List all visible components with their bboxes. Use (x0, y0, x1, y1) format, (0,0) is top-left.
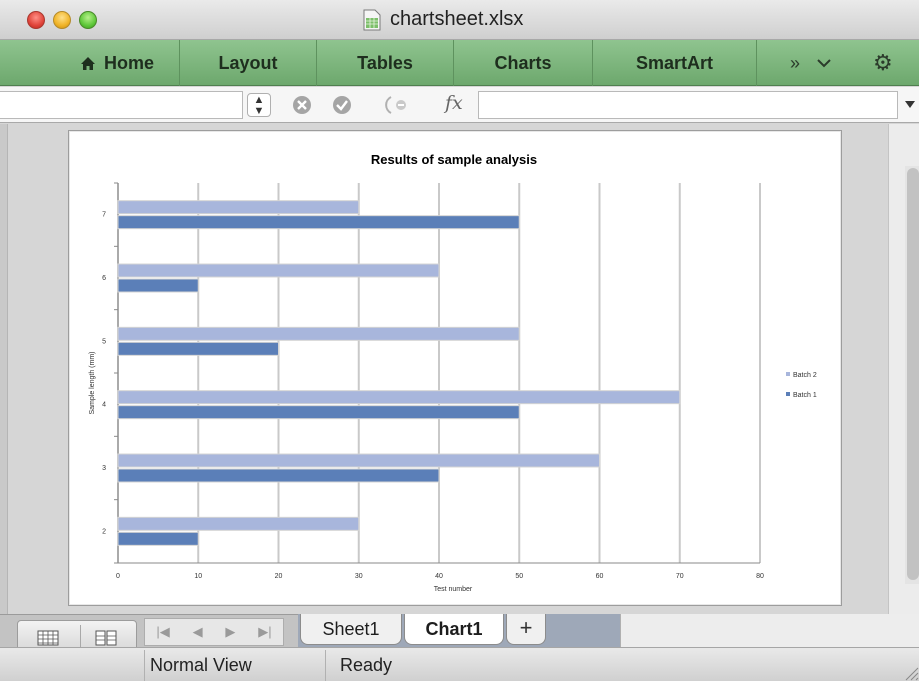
legend-label-batch-2: Batch 2 (793, 372, 817, 379)
y-tick-label: 5 (102, 338, 106, 345)
bar-batch2-2 (117, 516, 360, 531)
horizontal-scrollbar[interactable] (620, 614, 919, 647)
bar-batch2-4 (117, 390, 681, 405)
gear-icon: ⚙ (873, 50, 893, 75)
sheet-navigation: |◀ ◀ ▶ ▶| (144, 618, 284, 646)
sheet-tab-chart1[interactable]: Chart1 (404, 614, 504, 645)
function-icon[interactable]: fx (445, 92, 463, 114)
status-bar (0, 647, 919, 681)
vertical-scroll-thumb[interactable] (907, 168, 919, 580)
x-tick-label: 40 (435, 573, 443, 580)
tab-charts-label: Charts (494, 52, 552, 73)
home-icon (80, 56, 95, 70)
tab-home[interactable]: Home (55, 40, 180, 86)
spreadsheet-file-icon (363, 9, 381, 31)
bar-batch1-6 (117, 278, 199, 293)
legend-label-batch-1: Batch 1 (793, 392, 817, 399)
y-tick-label: 6 (102, 275, 106, 282)
y-tick-label: 3 (102, 465, 106, 472)
chevron-down-icon (817, 59, 831, 68)
y-tick-label: 7 (102, 212, 106, 219)
last-sheet-icon[interactable]: ▶| (258, 624, 271, 640)
overflow-icon: » (790, 52, 801, 73)
row-header-strip (0, 124, 8, 614)
x-axis-title: Test number (434, 586, 473, 593)
chart-title: Results of sample analysis (371, 152, 537, 167)
tab-smartart[interactable]: SmartArt (593, 40, 757, 86)
bar-batch1-2 (117, 531, 199, 546)
next-sheet-icon[interactable]: ▶ (225, 624, 235, 640)
y-tick-label: 4 (102, 402, 106, 409)
ribbon-overflow-button[interactable]: » (790, 40, 800, 86)
add-sheet-button[interactable]: + (506, 614, 546, 645)
x-tick-label: 0 (116, 573, 120, 580)
y-tick-label: 2 (102, 528, 106, 535)
ribbon-settings-button[interactable]: ⚙ (873, 40, 893, 86)
close-window-button[interactable] (27, 11, 45, 29)
view-mode-label: Normal View (144, 650, 326, 681)
page-layout-icon (95, 630, 116, 646)
y-axis-title: Sample length (mm) (89, 351, 96, 414)
x-tick-label: 80 (756, 573, 764, 580)
prev-sheet-icon[interactable]: ◀ (193, 624, 203, 640)
bar-batch2-6 (117, 263, 440, 278)
window-title: chartsheet.xlsx (390, 8, 524, 30)
bar-batch2-7 (117, 200, 360, 215)
sheet-tab-sheet1[interactable]: Sheet1 (300, 614, 402, 645)
bar-batch1-4 (117, 405, 520, 420)
legend-swatch-batch-2 (786, 372, 790, 376)
bar-batch2-5 (117, 326, 520, 341)
ribbon-collapse-button[interactable] (817, 40, 831, 86)
first-sheet-icon[interactable]: |◀ (156, 624, 169, 640)
chart-sheet[interactable]: Results of sample analysis 0 10 20 30 40 50 60 7… (68, 130, 842, 606)
resize-grip-icon[interactable] (901, 663, 919, 681)
tab-home-label: Home (103, 52, 154, 73)
formula-bar: ▲ ▼ fx (0, 87, 919, 123)
bar-chart[interactable]: Results of sample analysis 0 10 20 30 40 50 60 7… (69, 131, 841, 605)
x-tick-label: 60 (596, 573, 604, 580)
name-box[interactable] (0, 91, 243, 119)
tab-smartart-label: SmartArt (635, 52, 714, 73)
tab-tables[interactable]: Tables (317, 40, 454, 86)
minimize-window-button[interactable] (53, 11, 71, 29)
tab-charts[interactable]: Charts (454, 40, 593, 86)
formula-expand-icon[interactable] (905, 101, 915, 108)
formula-input[interactable] (478, 91, 898, 119)
tab-layout-label: Layout (218, 52, 278, 73)
cancel-icon[interactable] (291, 94, 313, 116)
ribbon-tab-bar: Home Layout Tables Charts SmartArt » ⚙ (0, 40, 919, 86)
formula-builder-icon[interactable] (383, 94, 423, 116)
name-box-stepper[interactable]: ▲ ▼ (247, 93, 271, 117)
x-tick-label: 70 (676, 573, 684, 580)
x-tick-label: 30 (355, 573, 363, 580)
status-ready-label: Ready (340, 655, 393, 675)
legend-swatch-batch-1 (786, 392, 790, 396)
x-tick-label: 10 (194, 573, 202, 580)
bar-batch1-7 (117, 215, 520, 230)
bar-batch1-5 (117, 341, 279, 356)
x-tick-label: 50 (515, 573, 523, 580)
title-bar: chartsheet.xlsx (0, 0, 919, 40)
x-tick-label: 20 (275, 573, 283, 580)
confirm-icon[interactable] (331, 94, 353, 116)
tab-layout[interactable]: Layout (180, 40, 317, 86)
tab-tables-label: Tables (357, 52, 413, 73)
grid-view-icon (37, 630, 59, 646)
zoom-window-button[interactable] (79, 11, 97, 29)
bar-batch1-3 (117, 468, 440, 483)
bar-batch2-3 (117, 453, 600, 468)
